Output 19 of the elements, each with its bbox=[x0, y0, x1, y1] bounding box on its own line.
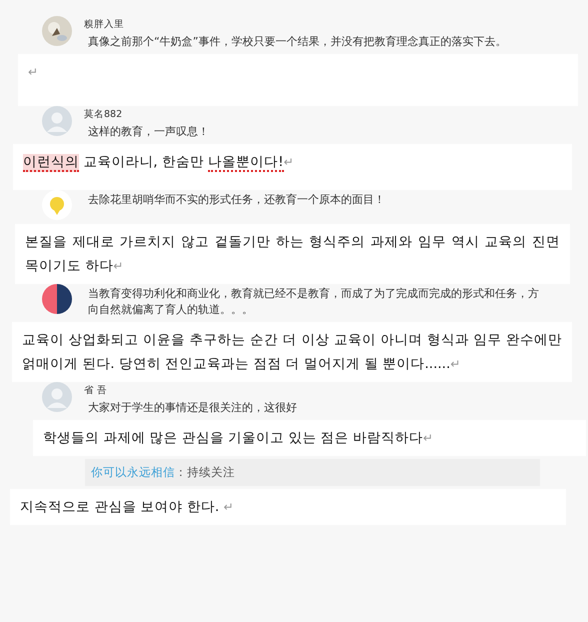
user-name[interactable]: 莫名882 bbox=[84, 108, 548, 121]
comment-text: 真像之前那个“牛奶盒”事件，学校只要一个结果，并没有把教育理念真正的落实下去。 bbox=[87, 34, 508, 50]
avatar bbox=[42, 284, 72, 314]
comment-text: 当教育变得功利化和商业化，教育就已经不是教育，而成了为了完成而完成的形式和任务，方向自然就偏离了育人的轨道。。。 bbox=[87, 286, 540, 318]
translation-text: 교육이 상업화되고 이윤을 추구하는 순간 더 이상 교육이 아니며 형식과 임무 완수에만 얽매이게 된다. 당연히 전인교육과는 점점 더 멀어지게 될 뿐이다......↵ bbox=[22, 331, 562, 374]
translation-text: 이런식의 교육이라니, 한숨만 나올뿐이다!↵ bbox=[23, 153, 295, 174]
translation-text: 학생들의 과제에 많은 관심을 기울이고 있는 점은 바람직하다↵ bbox=[43, 429, 434, 448]
user-name[interactable]: 省 吾 bbox=[84, 384, 548, 397]
avatar bbox=[42, 16, 72, 46]
translation-text: 본질을 제대로 가르치지 않고 겉돌기만 하는 형식주의 과제와 임무 역시 교육의 진면목이기도 하다↵ bbox=[25, 233, 560, 276]
comment-text: 去除花里胡哨华而不实的形式任务，还教育一个原本的面目！ bbox=[87, 192, 386, 208]
reply-text: ：持续关注 bbox=[175, 465, 235, 479]
translation-text: 지속적으로 관심을 보여야 한다. ↵ bbox=[20, 498, 235, 517]
comment-text: 这样的教育，一声叹息！ bbox=[87, 124, 210, 140]
avatar bbox=[42, 106, 72, 136]
avatar bbox=[42, 382, 72, 412]
user-name[interactable]: 糗胖入里 bbox=[84, 18, 548, 31]
translation-text: ↵ bbox=[28, 64, 40, 81]
comment-text: 大家对于学生的事情还是很关注的，这很好 bbox=[87, 400, 298, 416]
